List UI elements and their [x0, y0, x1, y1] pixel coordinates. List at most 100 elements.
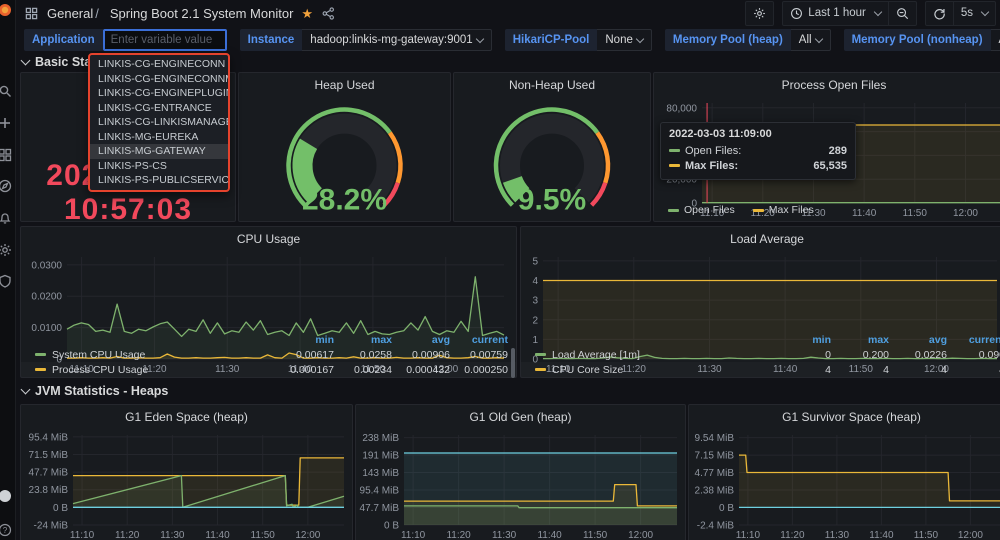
svg-text:95.4 MiB: 95.4 MiB [29, 432, 69, 443]
panel-g1-eden: G1 Eden Space (heap) -24 MiB0 B23.8 MiB4… [20, 404, 353, 540]
legend-column-header[interactable]: avg [889, 334, 947, 346]
legend-series-name[interactable]: Load Average [1m] [535, 349, 773, 361]
svg-text:11:50: 11:50 [251, 530, 276, 540]
panel-title[interactable]: CPU Usage [21, 227, 516, 249]
panel-title[interactable]: Heap Used [239, 73, 450, 95]
panel-title[interactable]: G1 Survivor Space (heap) [689, 405, 1000, 427]
star-icon[interactable]: ★ [301, 7, 313, 20]
tooltip-row-open-files: Open Files: 289 [669, 143, 847, 158]
memory-pool-heap-label: Memory Pool (heap) [665, 29, 791, 51]
legend-series-name[interactable]: Process CPU Usage [35, 364, 276, 376]
svg-text:11:10: 11:10 [401, 530, 426, 540]
tooltip-value: 289 [829, 145, 847, 157]
heap-used-gauge: 28.2% [239, 95, 450, 226]
refresh-icon [933, 7, 946, 20]
panel-nonheap-used: Non-Heap Used 9.5% [453, 72, 651, 222]
share-icon[interactable] [322, 7, 335, 20]
legend-row: System CPU Usage0.006170.02580.009060.00… [21, 347, 516, 362]
g1-survivor-chart[interactable]: -2.4 MiB0 B2.38 MiB4.77 MiB7.15 MiB9.54 … [689, 427, 1000, 540]
instance-variable-value[interactable]: hadoop:linkis-mg-gateway:9001 [302, 29, 491, 51]
dropdown-item[interactable]: LINKIS-MG-EUREKA [90, 130, 228, 145]
svg-text:11:10: 11:10 [736, 530, 761, 540]
instance-variable-label: Instance [240, 29, 303, 51]
g1-eden-chart[interactable]: -24 MiB0 B23.8 MiB47.7 MiB71.5 MiB95.4 M… [21, 427, 352, 540]
user-avatar-icon[interactable] [0, 489, 12, 503]
dashboards-grid-icon[interactable] [25, 7, 38, 20]
gear-icon [753, 7, 766, 20]
legend-column-header[interactable]: max [831, 334, 889, 346]
dropdown-item[interactable]: LINKIS-CG-ENTRANCE [90, 101, 228, 116]
series-dash-icon [753, 209, 764, 212]
svg-text:0.0300: 0.0300 [31, 260, 62, 271]
legend-column-header[interactable]: max [334, 334, 392, 346]
dropdown-item[interactable]: LINKIS-PS-CS [90, 159, 228, 174]
svg-text:143 MiB: 143 MiB [362, 468, 399, 479]
legend-item[interactable]: Max Files [753, 204, 814, 216]
cpu-usage-chart[interactable]: 00.01000.02000.030011:1011:2011:3011:401… [21, 249, 516, 332]
row-header-jvm-heaps[interactable]: JVM Statistics - Heaps [22, 384, 168, 398]
legend-value: 0.00617 [276, 349, 334, 361]
dropdown-item[interactable]: LINKIS-PS-PUBLICSERVICE [90, 173, 228, 188]
legend-item[interactable]: Open Files [668, 204, 735, 216]
legend-scrollbar[interactable] [511, 348, 515, 378]
panel-title[interactable]: G1 Old Gen (heap) [356, 405, 685, 427]
panel-title[interactable]: G1 Eden Space (heap) [21, 405, 352, 427]
legend-column-header[interactable]: min [773, 334, 831, 346]
zoom-out-icon [896, 7, 909, 20]
help-icon[interactable]: ? [0, 523, 12, 537]
load-average-chart[interactable]: 01234511:1011:2011:3011:4011:5012:00 [521, 249, 1000, 332]
breadcrumb-folder[interactable]: General [47, 6, 93, 21]
legend-value: 0.000250 [450, 364, 508, 376]
alerting-bell-icon[interactable] [0, 211, 12, 225]
legend-column-header[interactable]: avg [392, 334, 450, 346]
dashboards-icon[interactable] [0, 148, 12, 162]
panel-heap-used: Heap Used 28.2% [238, 72, 451, 222]
variable-application: Application [24, 29, 227, 51]
hikaricp-variable-value[interactable]: None [597, 29, 652, 51]
server-admin-shield-icon[interactable] [0, 274, 12, 288]
dropdown-item[interactable]: LINKIS-CG-ENGINECONN [90, 57, 228, 72]
legend-value: 0 [773, 349, 831, 361]
application-variable-input[interactable] [103, 29, 227, 51]
svg-text:11:20: 11:20 [446, 530, 471, 540]
svg-text:238 MiB: 238 MiB [362, 433, 399, 444]
dropdown-item[interactable]: LINKIS-MG-GATEWAY [90, 144, 228, 159]
panel-title[interactable]: Load Average [521, 227, 1000, 249]
grafana-logo-icon[interactable] [0, 3, 12, 17]
svg-text:-24 MiB: -24 MiB [34, 521, 69, 532]
legend-column-header[interactable]: min [276, 334, 334, 346]
legend-series-name[interactable]: System CPU Usage [35, 349, 276, 361]
configuration-gear-icon[interactable] [0, 243, 12, 257]
zoom-out-button[interactable] [889, 2, 916, 25]
legend-series-name[interactable]: CPU Core Size [535, 364, 773, 376]
legend-column-header[interactable]: current [947, 334, 1000, 346]
refresh-button[interactable] [926, 2, 953, 25]
svg-text:0 B: 0 B [53, 503, 68, 514]
chevron-down-icon [814, 35, 822, 43]
instance-value-text: hadoop:linkis-mg-gateway:9001 [310, 34, 472, 46]
svg-text:2.38 MiB: 2.38 MiB [695, 486, 735, 497]
svg-text:47.7 MiB: 47.7 MiB [360, 503, 400, 514]
legend-column-header[interactable]: current [450, 334, 508, 346]
server-time-value: 10:57:03 [21, 193, 235, 227]
memory-pool-nonheap-value[interactable]: All [991, 29, 1000, 51]
panel-title[interactable]: Non-Heap Used [454, 73, 650, 95]
memory-pool-heap-value[interactable]: All [791, 29, 831, 51]
refresh-interval-picker[interactable]: 5s [954, 2, 995, 25]
dropdown-item[interactable]: LINKIS-CG-ENGINECONNMANAGER [90, 72, 228, 87]
dashboard-settings-button[interactable] [745, 1, 774, 26]
svg-text:23.8 MiB: 23.8 MiB [29, 485, 69, 496]
svg-text:0 B: 0 B [384, 521, 399, 532]
dropdown-item[interactable]: LINKIS-CG-ENGINEPLUGIN [90, 86, 228, 101]
time-range-picker[interactable]: Last 1 hour [783, 2, 888, 25]
search-icon[interactable] [0, 84, 12, 98]
panel-title[interactable]: Process Open Files [654, 73, 1000, 95]
legend-value: 0.200 [831, 349, 889, 361]
svg-text:9.5%: 9.5% [518, 184, 586, 217]
g1-old-gen-chart[interactable]: 0 B47.7 MiB95.4 MiB143 MiB191 MiB238 MiB… [356, 427, 685, 540]
dropdown-item[interactable]: LINKIS-CG-LINKISMANAGER [90, 115, 228, 130]
svg-text:11:50: 11:50 [914, 530, 939, 540]
explore-icon[interactable] [0, 179, 12, 193]
panel-load-average: Load Average 01234511:1011:2011:3011:401… [520, 226, 1000, 378]
create-plus-icon[interactable] [0, 116, 12, 130]
